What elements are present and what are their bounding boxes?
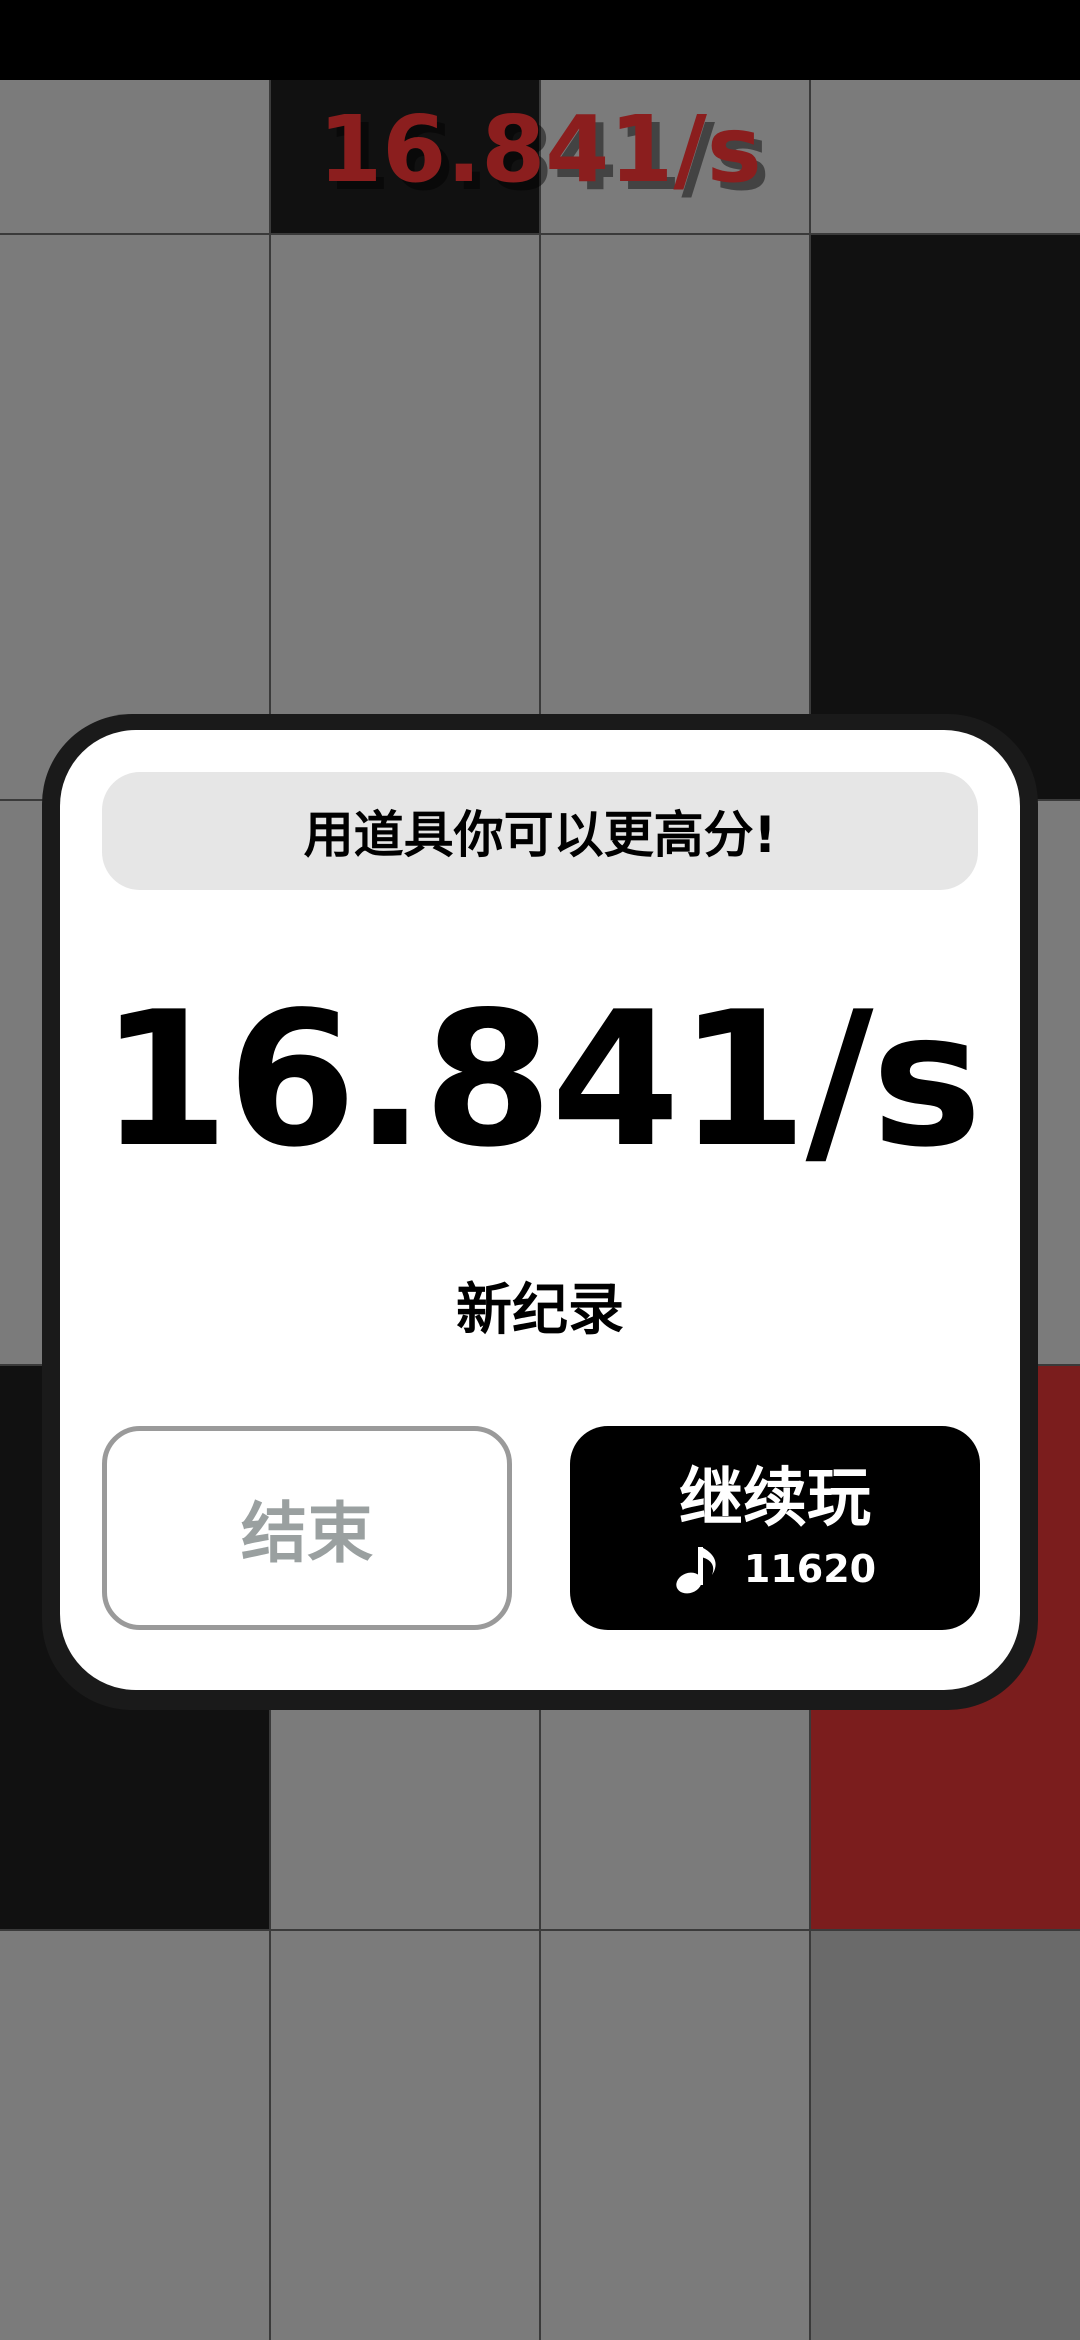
result-dialog: 用道具你可以更高分! 16.841/s 新纪录 结束 继续玩 11620 — [60, 730, 1020, 1690]
row-divider — [0, 233, 1080, 235]
board-tile — [810, 1930, 1080, 2340]
top-score: 16.841/s — [318, 96, 762, 203]
cost-amount: 11620 — [743, 1547, 877, 1591]
continue-button[interactable]: 继续玩 11620 — [570, 1426, 980, 1630]
status-bar — [0, 0, 1080, 80]
end-button[interactable]: 结束 — [102, 1426, 512, 1630]
continue-cost: 11620 — [674, 1543, 876, 1595]
final-score: 16.841/s — [99, 971, 982, 1188]
music-note-icon — [674, 1543, 722, 1595]
row-divider — [0, 1929, 1080, 1931]
tip-banner: 用道具你可以更高分! — [102, 772, 978, 890]
new-record-label: 新纪录 — [456, 1278, 624, 1343]
continue-label: 继续玩 — [679, 1462, 871, 1536]
